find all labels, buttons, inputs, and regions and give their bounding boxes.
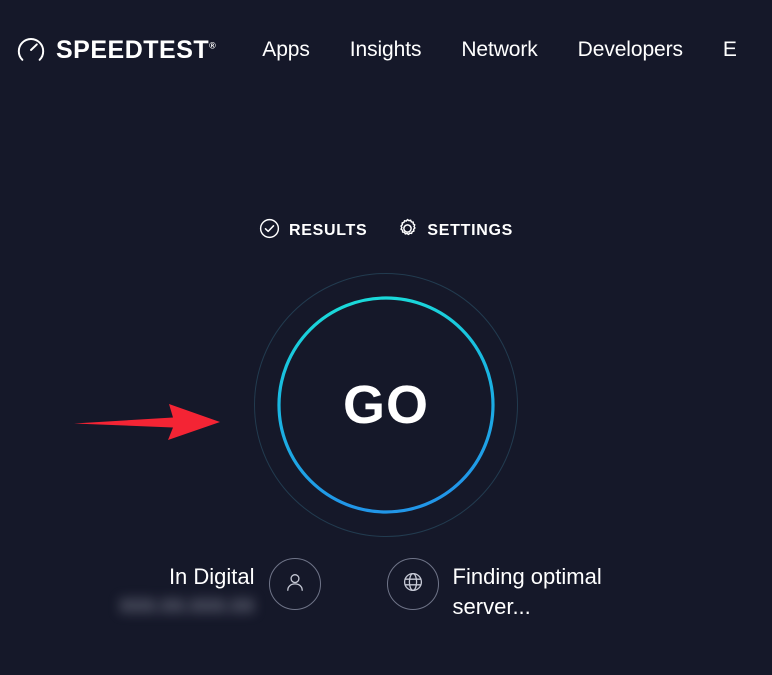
go-button-area: GO xyxy=(0,273,772,537)
server-status: Finding optimal server... xyxy=(452,564,602,619)
main-navigation: Apps Insights Network Developers E xyxy=(262,38,737,62)
results-button[interactable]: RESULTS xyxy=(259,218,367,244)
go-button-container: GO xyxy=(254,273,518,537)
nav-item-network[interactable]: Network xyxy=(461,38,537,62)
globe-icon xyxy=(400,569,426,600)
change-isp-button[interactable] xyxy=(268,558,321,610)
brand-name: SPEEDTEST® xyxy=(56,35,217,64)
server-text-group: Finding optimal server... xyxy=(453,558,653,621)
settings-label: SETTINGS xyxy=(427,222,513,239)
nav-item-insights[interactable]: Insights xyxy=(350,38,422,62)
site-header: SPEEDTEST® Apps Insights Network Develop… xyxy=(0,0,772,100)
results-settings-toolbar: RESULTS SETTINGS xyxy=(0,218,772,244)
brand-trademark: ® xyxy=(209,40,217,51)
gear-icon xyxy=(397,218,418,244)
check-circle-icon xyxy=(259,218,280,244)
brand-logo[interactable]: SPEEDTEST® xyxy=(16,35,216,65)
server-info: Finding optimal server... xyxy=(386,558,653,621)
go-button[interactable]: GO xyxy=(276,295,496,515)
person-icon xyxy=(283,570,307,599)
isp-text-group: In Digital XXX.XX.XXX.XX xyxy=(119,558,254,617)
results-label: RESULTS xyxy=(289,222,368,239)
speedometer-icon xyxy=(16,35,46,65)
speedtest-panel: RESULTS SETTINGS GO In Digital XXX.XX.XX… xyxy=(0,218,772,621)
isp-name: In Digital xyxy=(168,564,255,589)
connection-info: In Digital XXX.XX.XXX.XX Finding optimal… xyxy=(0,558,772,621)
nav-item-apps[interactable]: Apps xyxy=(262,38,310,62)
nav-item-enterprise[interactable]: E xyxy=(723,38,737,62)
ip-address-redacted: XXX.XX.XXX.XX xyxy=(119,595,255,616)
isp-info: In Digital XXX.XX.XXX.XX xyxy=(119,558,321,617)
change-server-button[interactable] xyxy=(386,558,439,610)
nav-item-developers[interactable]: Developers xyxy=(578,38,683,62)
settings-button[interactable]: SETTINGS xyxy=(397,218,513,244)
